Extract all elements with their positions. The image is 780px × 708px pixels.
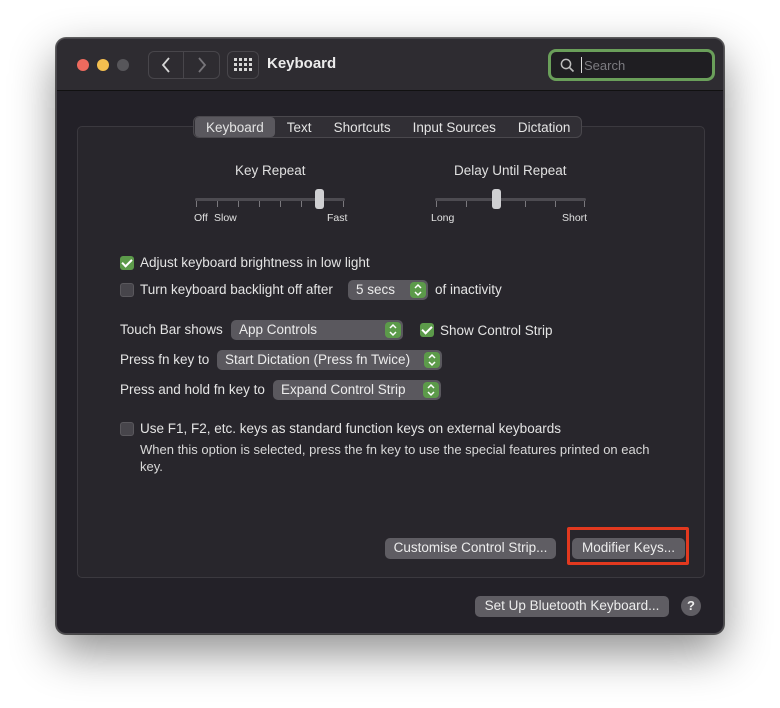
adjust-brightness-label: Adjust keyboard brightness in low light bbox=[140, 255, 370, 270]
backlight-duration-value: 5 secs bbox=[356, 282, 396, 297]
zoom-window-button[interactable] bbox=[117, 59, 129, 71]
hold-fn-key-popup[interactable]: Expand Control Strip bbox=[273, 380, 441, 400]
backlight-duration-popup[interactable]: 5 secs bbox=[348, 280, 428, 300]
slider-tick bbox=[217, 201, 218, 207]
hold-fn-key-value: Expand Control Strip bbox=[281, 382, 406, 397]
delay-knob[interactable] bbox=[492, 189, 501, 209]
help-button[interactable]: ? bbox=[681, 596, 701, 616]
backlight-off-checkbox[interactable] bbox=[120, 283, 134, 297]
minimize-window-button[interactable] bbox=[97, 59, 109, 71]
navigation-buttons bbox=[148, 51, 220, 79]
key-repeat-max-label: Fast bbox=[327, 212, 348, 224]
delay-max-label: Short bbox=[562, 212, 588, 224]
key-repeat-slow-label: Slow bbox=[214, 212, 237, 224]
adjust-brightness-checkbox[interactable] bbox=[120, 256, 134, 270]
search-icon bbox=[560, 58, 575, 73]
tab-bar: Keyboard Text Shortcuts Input Sources Di… bbox=[193, 116, 583, 138]
slider-tick bbox=[466, 201, 467, 207]
popup-arrows-icon bbox=[385, 322, 401, 338]
delay-track bbox=[435, 198, 586, 201]
delay-min-label: Long bbox=[431, 212, 455, 224]
function-keys-checkbox[interactable] bbox=[120, 422, 134, 436]
popup-arrows-icon bbox=[423, 382, 439, 398]
window-title: Keyboard bbox=[267, 55, 337, 72]
back-button[interactable] bbox=[149, 52, 185, 78]
show-control-strip-label: Show Control Strip bbox=[440, 323, 553, 338]
titlebar: Keyboard Search bbox=[57, 39, 723, 91]
chevron-left-icon bbox=[161, 57, 170, 73]
search-placeholder: Search bbox=[584, 58, 626, 73]
fn-key-label: Press fn key to bbox=[120, 352, 210, 367]
hold-fn-key-label: Press and hold fn key to bbox=[120, 382, 265, 397]
slider-tick bbox=[584, 201, 585, 207]
tab-keyboard[interactable]: Keyboard bbox=[195, 117, 275, 137]
close-window-button[interactable] bbox=[77, 59, 89, 71]
slider-tick bbox=[436, 201, 437, 207]
chevron-right-icon bbox=[197, 57, 206, 73]
touch-bar-popup[interactable]: App Controls bbox=[231, 320, 403, 340]
delay-until-repeat-label: Delay Until Repeat bbox=[454, 163, 567, 178]
set-up-bluetooth-keyboard-button[interactable]: Set Up Bluetooth Keyboard... bbox=[475, 596, 669, 617]
slider-tick bbox=[280, 201, 281, 207]
tab-input-sources[interactable]: Input Sources bbox=[402, 117, 507, 137]
touch-bar-label: Touch Bar shows bbox=[120, 322, 223, 337]
fn-key-popup[interactable]: Start Dictation (Press fn Twice) bbox=[217, 350, 442, 370]
slider-tick bbox=[196, 201, 197, 207]
search-field[interactable]: Search bbox=[548, 49, 715, 81]
modifier-keys-highlight bbox=[567, 527, 689, 565]
key-repeat-min-label: Off bbox=[194, 212, 208, 224]
function-keys-description: When this option is selected, press the … bbox=[140, 442, 650, 474]
slider-tick bbox=[343, 201, 344, 207]
tab-dictation[interactable]: Dictation bbox=[507, 117, 582, 137]
tab-text[interactable]: Text bbox=[276, 117, 323, 137]
slider-tick bbox=[301, 201, 302, 207]
slider-tick bbox=[238, 201, 239, 207]
grid-icon bbox=[234, 58, 252, 71]
slider-tick bbox=[259, 201, 260, 207]
key-repeat-knob[interactable] bbox=[315, 189, 324, 209]
key-repeat-label: Key Repeat bbox=[235, 163, 306, 178]
fn-key-value: Start Dictation (Press fn Twice) bbox=[225, 352, 411, 367]
popup-arrows-icon bbox=[410, 282, 426, 298]
backlight-suffix: of inactivity bbox=[435, 282, 502, 297]
touch-bar-value: App Controls bbox=[239, 322, 318, 337]
show-control-strip-checkbox[interactable] bbox=[420, 323, 434, 337]
popup-arrows-icon bbox=[424, 352, 440, 368]
backlight-off-label: Turn keyboard backlight off after bbox=[140, 282, 333, 297]
show-all-button[interactable] bbox=[227, 51, 259, 79]
function-keys-label: Use F1, F2, etc. keys as standard functi… bbox=[140, 421, 561, 436]
customise-control-strip-button[interactable]: Customise Control Strip... bbox=[385, 538, 556, 559]
text-cursor bbox=[581, 57, 582, 73]
slider-tick bbox=[555, 201, 556, 207]
tab-shortcuts[interactable]: Shortcuts bbox=[323, 117, 402, 137]
slider-tick bbox=[525, 201, 526, 207]
forward-button[interactable] bbox=[184, 52, 219, 78]
